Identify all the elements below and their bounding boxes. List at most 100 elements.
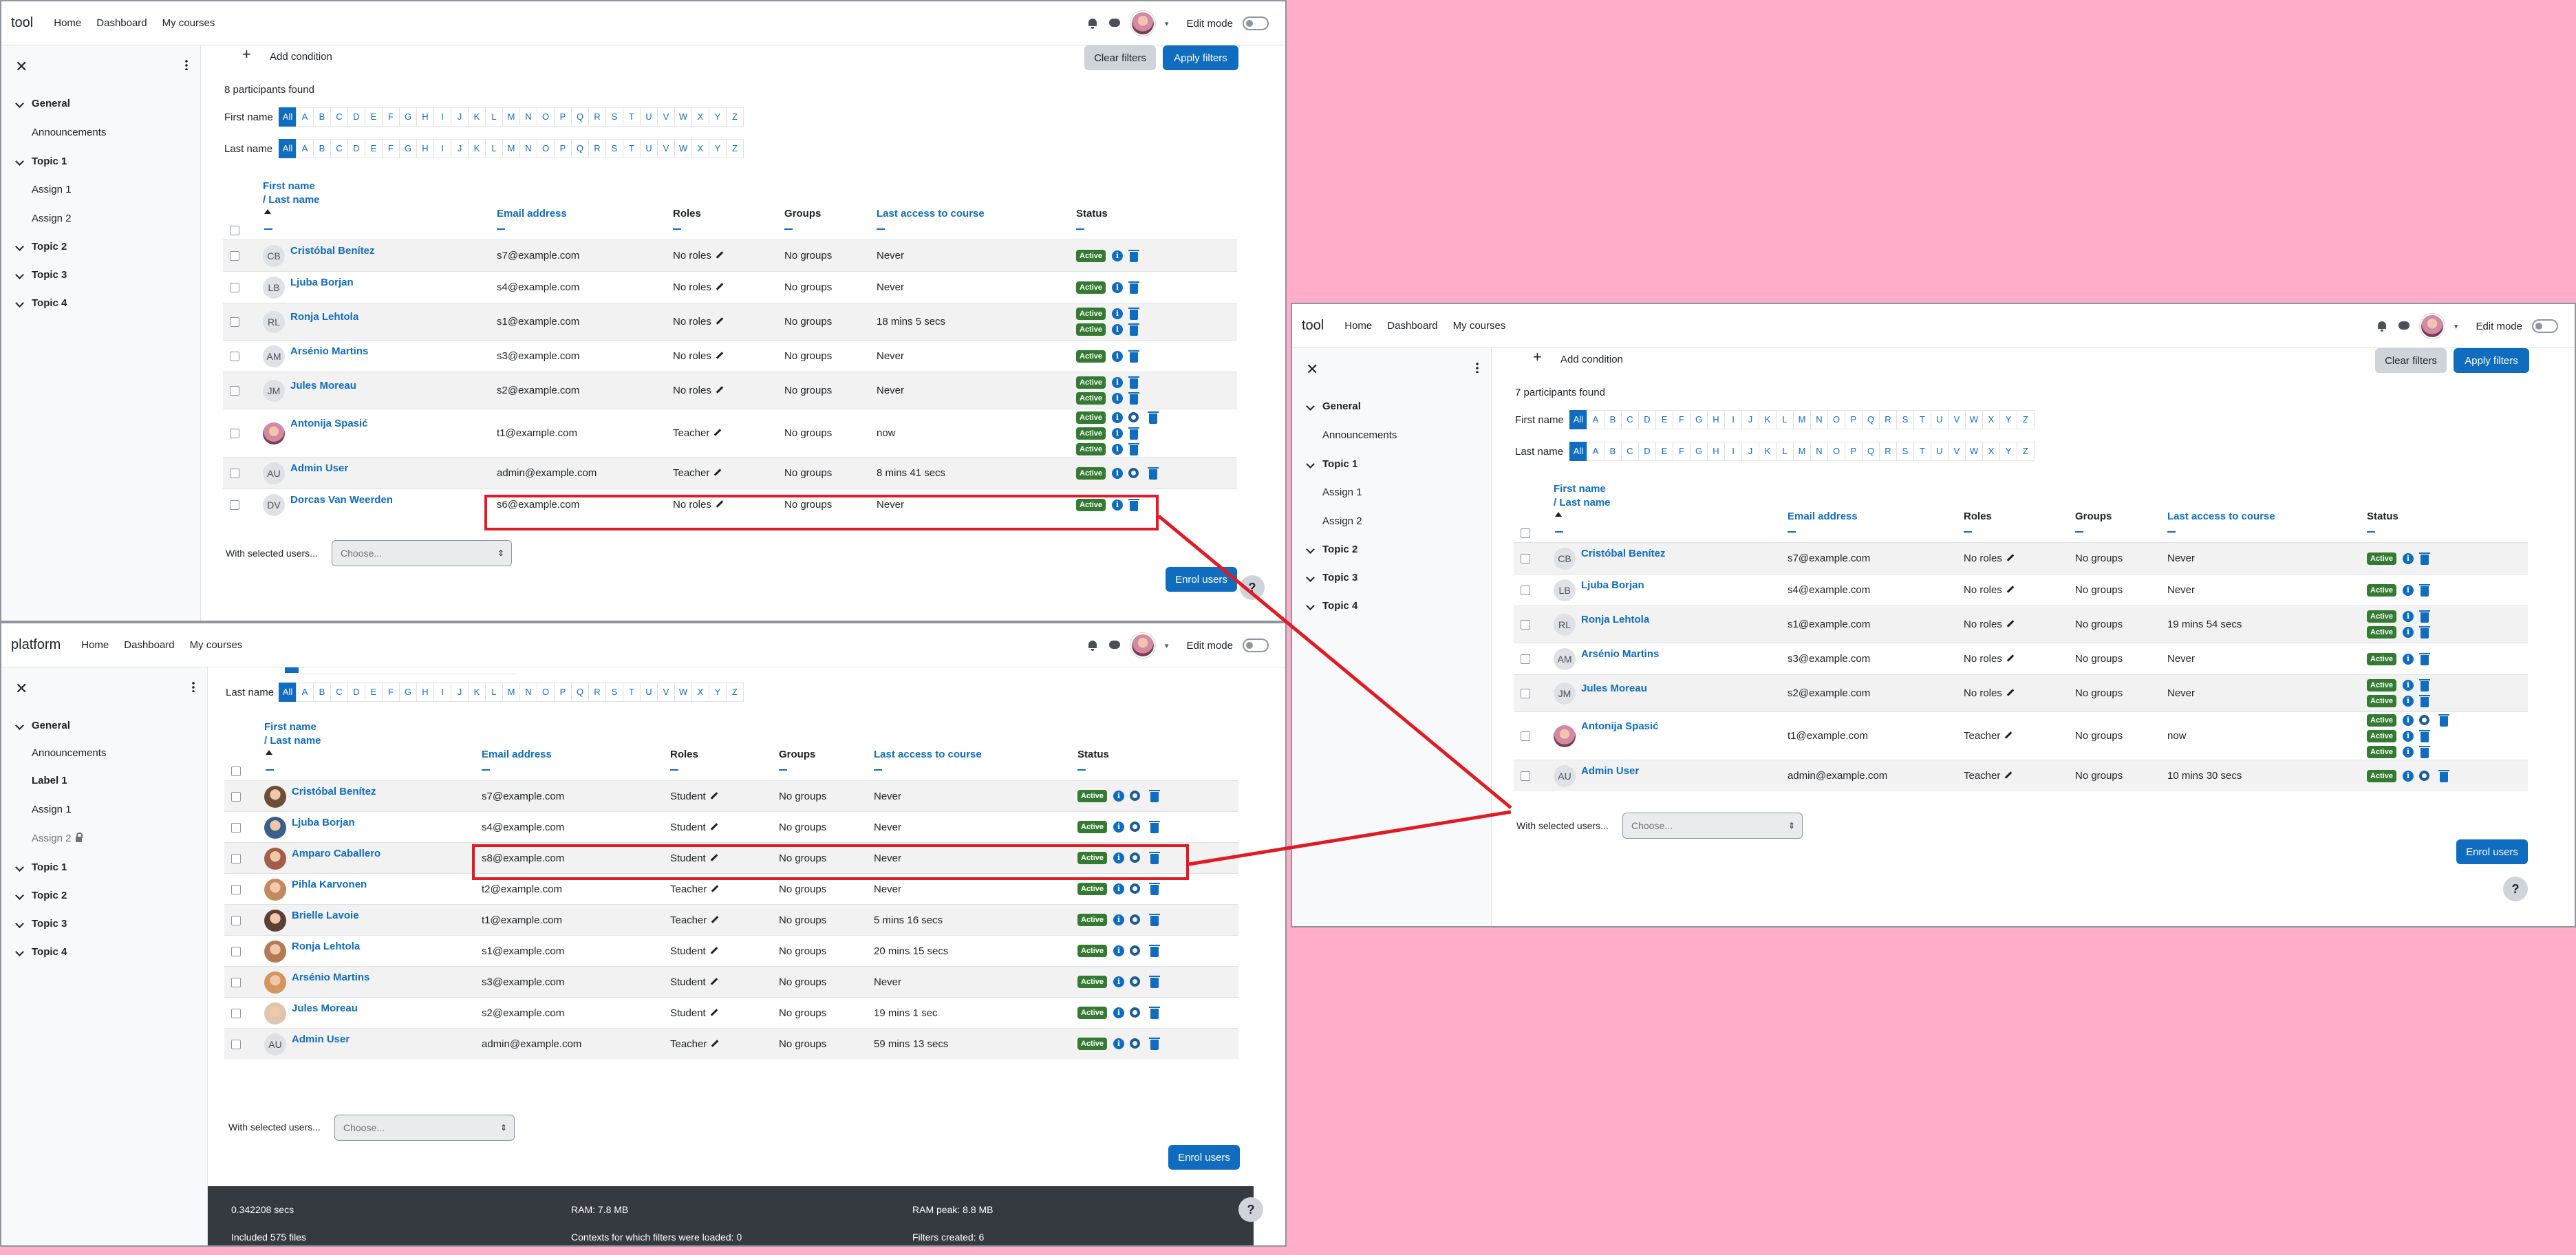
row-checkbox[interactable] (231, 915, 241, 925)
user-initials[interactable]: CB (263, 245, 285, 267)
user-picture[interactable] (264, 847, 286, 870)
letter-filter-g[interactable]: G (1690, 442, 1708, 461)
bell-icon[interactable] (1086, 17, 1099, 30)
enrol-users-button[interactable]: Enrol users (2456, 839, 2528, 864)
trash-icon[interactable] (1128, 308, 1139, 320)
trash-icon[interactable] (1148, 411, 1159, 424)
activity-assign-1[interactable]: Assign 1 (32, 184, 72, 195)
info-icon[interactable]: i (2403, 653, 2414, 665)
row-checkbox[interactable] (231, 822, 241, 833)
letter-filter-e[interactable]: E (1655, 410, 1673, 429)
letter-filter-r[interactable]: R (588, 683, 606, 702)
section-general[interactable]: General (32, 720, 70, 731)
trash-icon[interactable] (2438, 769, 2449, 782)
close-icon[interactable]: ✕ (15, 58, 28, 76)
letter-filter-t[interactable]: T (1913, 410, 1931, 429)
letter-filter-w[interactable]: W (674, 683, 692, 702)
trash-icon[interactable] (1149, 790, 1160, 802)
pencil-icon[interactable] (711, 884, 719, 892)
letter-filter-t[interactable]: T (1913, 442, 1931, 461)
letter-filter-b[interactable]: B (1604, 442, 1622, 461)
letter-filter-c[interactable]: C (1621, 442, 1639, 461)
info-icon[interactable]: i (1113, 791, 1124, 802)
info-icon[interactable]: i (1112, 250, 1123, 261)
row-checkbox[interactable] (231, 884, 241, 894)
letter-filter-y[interactable]: Y (1999, 442, 2017, 461)
letter-filter-l[interactable]: L (485, 683, 503, 702)
letter-filter-f[interactable]: F (1673, 410, 1690, 429)
row-checkbox[interactable] (230, 500, 239, 510)
letter-filter-q[interactable]: Q (1862, 410, 1880, 429)
letter-filter-w[interactable]: W (1965, 442, 1983, 461)
letter-filter-s[interactable]: S (1896, 442, 1914, 461)
letter-filter-k[interactable]: K (468, 139, 486, 158)
user-picture[interactable] (264, 1002, 286, 1025)
close-icon[interactable]: ✕ (15, 680, 28, 698)
nav-home[interactable]: Home (54, 17, 81, 29)
pencil-icon[interactable] (716, 317, 724, 325)
letter-filter-r[interactable]: R (588, 139, 606, 158)
pencil-icon[interactable] (716, 386, 724, 394)
row-checkbox[interactable] (231, 1008, 241, 1018)
row-checkbox[interactable] (230, 429, 239, 438)
last-access-header[interactable]: Last access to course (2167, 511, 2275, 522)
user-name-link[interactable]: Admin User (290, 462, 348, 474)
letter-filter-t[interactable]: T (623, 139, 641, 158)
letter-filter-c[interactable]: C (330, 139, 348, 158)
letter-filter-k[interactable]: K (468, 683, 486, 702)
hide-groups-icon[interactable] (2075, 531, 2083, 533)
section-topic-1[interactable]: Topic 1 (32, 155, 67, 167)
trash-icon[interactable] (1128, 376, 1139, 389)
row-checkbox[interactable] (231, 853, 241, 864)
gear-icon[interactable] (1130, 945, 1140, 956)
letter-filter-b[interactable]: B (313, 107, 331, 127)
section-topic-1[interactable]: Topic 1 (32, 861, 67, 873)
info-icon[interactable]: i (1112, 350, 1123, 362)
trash-icon[interactable] (1149, 945, 1160, 957)
info-icon[interactable]: i (1113, 883, 1124, 894)
letter-filter-o[interactable]: O (1827, 442, 1845, 461)
site-brand[interactable]: tool (1302, 318, 1324, 334)
letter-filter-p[interactable]: P (554, 683, 572, 702)
info-icon[interactable]: i (2403, 714, 2414, 726)
row-checkbox[interactable] (1521, 731, 1530, 741)
letter-filter-m[interactable]: M (1793, 442, 1811, 461)
clear-filters-button[interactable]: Clear filters (1084, 45, 1156, 70)
hide-access-icon[interactable] (874, 769, 882, 771)
user-name-link[interactable]: Jules Moreau (1581, 683, 1647, 694)
user-name-link[interactable]: Ljuba Borjan (1581, 579, 1644, 591)
apply-filters-button[interactable]: Apply filters (2454, 348, 2529, 373)
info-icon[interactable]: i (2403, 584, 2414, 596)
user-avatar[interactable] (1130, 11, 1155, 36)
trash-icon[interactable] (1128, 323, 1139, 336)
nav-dashboard[interactable]: Dashboard (124, 639, 174, 651)
info-icon[interactable]: i (2403, 696, 2414, 707)
enrol-users-button[interactable]: Enrol users (1168, 1145, 1240, 1170)
bell-icon[interactable] (2376, 320, 2388, 332)
trash-icon[interactable] (1148, 466, 1159, 480)
hide-roles-icon[interactable] (673, 228, 681, 230)
hide-groups-icon[interactable] (779, 769, 787, 771)
letter-filter-t[interactable]: T (623, 683, 641, 702)
letter-filter-f[interactable]: F (382, 107, 400, 127)
letter-filter-y[interactable]: Y (1999, 410, 2017, 429)
user-avatar[interactable] (2419, 314, 2445, 339)
letter-filter-k[interactable]: K (1759, 410, 1777, 429)
trash-icon[interactable] (2419, 652, 2430, 665)
letter-filter-n[interactable]: N (519, 683, 537, 702)
user-name-link[interactable]: Admin User (1581, 765, 1639, 777)
gear-icon[interactable] (1130, 791, 1140, 801)
last-name-sort-link[interactable]: / Last name (263, 194, 320, 206)
first-name-sort-link[interactable]: First name (263, 180, 315, 192)
trash-icon[interactable] (1149, 976, 1160, 988)
hide-groups-icon[interactable] (784, 228, 793, 230)
user-name-link[interactable]: Jules Moreau (290, 380, 356, 391)
info-icon[interactable]: i (1112, 427, 1123, 439)
section-general[interactable]: General (1322, 400, 1361, 412)
row-checkbox[interactable] (1521, 689, 1530, 698)
info-icon[interactable]: i (1112, 281, 1123, 293)
add-condition-link[interactable]: Add condition (270, 51, 332, 63)
info-icon[interactable]: i (1113, 914, 1124, 925)
row-checkbox[interactable] (231, 946, 241, 956)
nav-my-courses[interactable]: My courses (162, 17, 215, 29)
